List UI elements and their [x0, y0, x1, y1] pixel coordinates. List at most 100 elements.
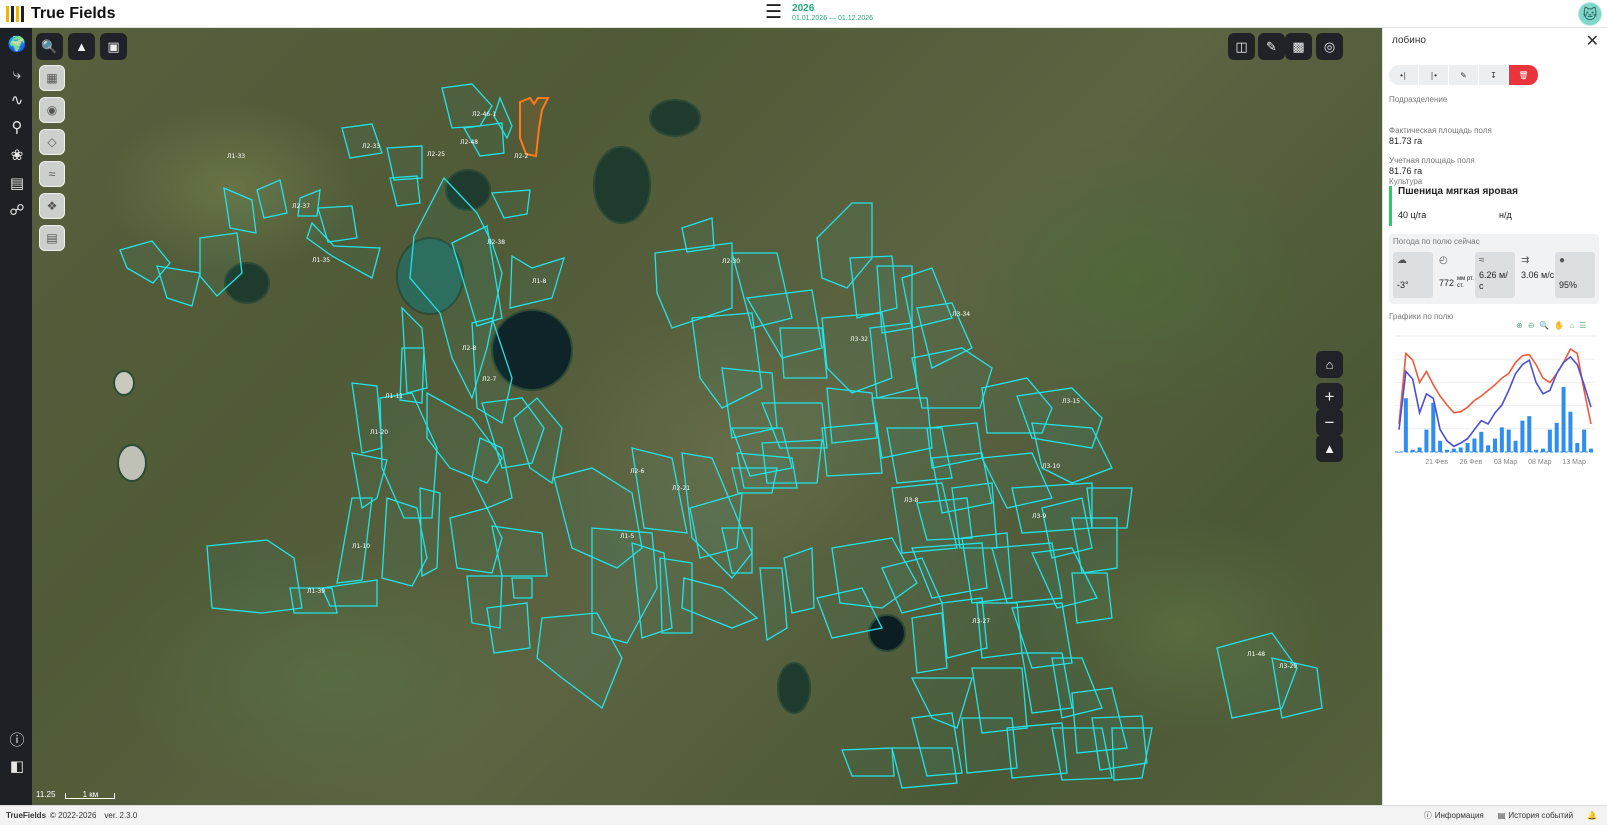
selected-field-polygon[interactable]: [519, 96, 550, 158]
footer-info-button[interactable]: ⓘ Информация: [1424, 810, 1484, 821]
menu-icon[interactable]: ☰: [1579, 321, 1586, 330]
field-polygon[interactable]: [206, 539, 303, 614]
terrain-icon[interactable]: ▲: [68, 33, 95, 60]
period-selector[interactable]: ☰ 2026 01.01.2026 — 01.12.2026: [765, 3, 873, 23]
chart-bar[interactable]: [1472, 438, 1477, 452]
field-polygon[interactable]: [976, 602, 1023, 659]
hatch-icon[interactable]: ▩: [1285, 33, 1312, 60]
chart-bar[interactable]: [1438, 440, 1443, 452]
field-polygons[interactable]: [119, 83, 1323, 789]
zoom-out-icon[interactable]: −: [1316, 409, 1343, 436]
measure-icon[interactable]: ✎: [1258, 33, 1285, 60]
search-icon[interactable]: 🔍: [36, 33, 63, 60]
info-icon[interactable]: ⓘ: [6, 728, 28, 750]
field-polygon[interactable]: [821, 422, 883, 477]
chart-bar[interactable]: [1417, 447, 1422, 452]
chart-bar[interactable]: [1547, 429, 1552, 452]
calendar-list-icon[interactable]: ▤: [6, 172, 28, 194]
field-polygon[interactable]: [491, 525, 548, 577]
report-icon[interactable]: ▤: [39, 225, 65, 251]
chart-bar[interactable]: [1499, 427, 1504, 452]
home-icon[interactable]: ⌂: [1316, 351, 1343, 378]
field-polygon[interactable]: [1111, 727, 1153, 781]
field-polygon[interactable]: [449, 507, 503, 574]
zoom-out-icon[interactable]: ⊖: [1528, 321, 1535, 330]
bell-icon[interactable]: 🔔: [1587, 811, 1597, 820]
delete-icon[interactable]: 🗑: [1509, 65, 1539, 85]
home-icon[interactable]: ⌂: [1569, 321, 1574, 330]
north-arrow-icon[interactable]: ▲: [1316, 435, 1343, 462]
chart-bar[interactable]: [1541, 448, 1545, 452]
hamburger-icon[interactable]: ☰: [765, 3, 782, 23]
field-polygon[interactable]: [419, 487, 441, 578]
compare-icon[interactable]: ◫: [1228, 33, 1255, 60]
cat-avatar-icon[interactable]: 🐱: [1578, 2, 1602, 26]
app-logo[interactable]: True Fields: [6, 0, 115, 28]
field-polygon[interactable]: [389, 175, 421, 207]
pin-icon[interactable]: ◉: [39, 97, 65, 123]
chart-bar[interactable]: [1513, 440, 1518, 452]
plant-hand-icon[interactable]: ❀: [6, 144, 28, 166]
chart-bar[interactable]: [1403, 398, 1408, 452]
field-polygon[interactable]: [336, 497, 373, 584]
tractor-route-icon[interactable]: ⤷: [6, 63, 28, 85]
field-polygon[interactable]: [761, 439, 823, 484]
chart-bar[interactable]: [1520, 420, 1525, 452]
field-polygon[interactable]: [511, 577, 533, 599]
field-polygon[interactable]: [681, 217, 715, 253]
split-field-icon[interactable]: •∣: [1389, 65, 1419, 85]
close-icon[interactable]: ✕: [1586, 31, 1599, 51]
analysis-search-icon[interactable]: ⚲: [6, 116, 28, 138]
field-polygon[interactable]: [911, 612, 948, 674]
download-icon[interactable]: ↧: [1479, 65, 1509, 85]
field-polygon[interactable]: [1071, 572, 1113, 624]
chart-bar[interactable]: [1493, 438, 1497, 452]
field-polygon[interactable]: [491, 189, 531, 219]
field-polygon[interactable]: [891, 747, 958, 789]
field-polygon[interactable]: [256, 179, 288, 219]
zoom-in-icon[interactable]: ⊕: [1516, 321, 1523, 330]
chart-bar[interactable]: [1486, 445, 1491, 452]
chart-bar[interactable]: [1527, 416, 1532, 452]
field-polygon[interactable]: [321, 579, 378, 607]
network-icon[interactable]: ☍: [6, 199, 28, 221]
chart-bar[interactable]: [1424, 429, 1429, 452]
field-polygon[interactable]: [759, 567, 788, 642]
globe-leaf-icon[interactable]: 🌍: [6, 33, 28, 55]
field-polygon[interactable]: [681, 577, 759, 629]
chart-bar[interactable]: [1554, 422, 1559, 452]
field-polygon[interactable]: [156, 265, 201, 307]
magnify-icon[interactable]: 🔍: [1539, 321, 1549, 330]
chart-bar[interactable]: [1451, 448, 1456, 452]
field-polygon[interactable]: [841, 747, 895, 777]
stack-icon[interactable]: ◇: [39, 129, 65, 155]
merge-field-icon[interactable]: ∣•: [1419, 65, 1449, 85]
zoom-in-icon[interactable]: +: [1316, 383, 1343, 410]
trend-chart-icon[interactable]: ∿: [6, 89, 28, 111]
field-polygon[interactable]: [783, 547, 815, 614]
shapes-icon[interactable]: ❖: [39, 193, 65, 219]
field-chart[interactable]: 21 Фев 26 Фев 03 Мар 08 Мар 13 Мар: [1391, 332, 1601, 472]
chart-bar[interactable]: [1568, 411, 1573, 452]
chart-bar[interactable]: [1506, 429, 1511, 452]
chart-bar[interactable]: [1575, 443, 1580, 452]
field-polygon[interactable]: [223, 186, 257, 234]
chart-bar[interactable]: [1465, 443, 1470, 452]
locate-icon[interactable]: ◎: [1316, 33, 1343, 60]
edit-icon[interactable]: ✎: [1449, 65, 1479, 85]
satellite-map[interactable]: Л2-46-1 Л2-48 Л2-25 Л1-33 Л2-37 Л1-35 Л2-33 Л1-…: [32, 28, 1382, 805]
chart-bar[interactable]: [1589, 448, 1593, 452]
crop-select-icon[interactable]: ▣: [100, 33, 127, 60]
chart-bar[interactable]: [1431, 402, 1436, 452]
field-polygon[interactable]: [441, 83, 493, 129]
panel-toggle-icon[interactable]: ◧: [6, 755, 28, 777]
footer-history-button[interactable]: ▤ История событий: [1498, 811, 1573, 820]
chart-bar[interactable]: [1561, 387, 1566, 452]
field-polygon[interactable]: [486, 602, 531, 654]
field-layer[interactable]: Л2-46-1 Л2-48 Л2-25 Л1-33 Л2-37 Л1-35 Л2-33 Л1-…: [32, 28, 1382, 805]
ruler-tool-icon[interactable]: ≈: [39, 161, 65, 187]
field-polygon[interactable]: [341, 123, 383, 159]
chart-bar[interactable]: [1458, 447, 1463, 452]
field-polygon[interactable]: [869, 322, 918, 399]
field-polygon[interactable]: [779, 327, 828, 379]
